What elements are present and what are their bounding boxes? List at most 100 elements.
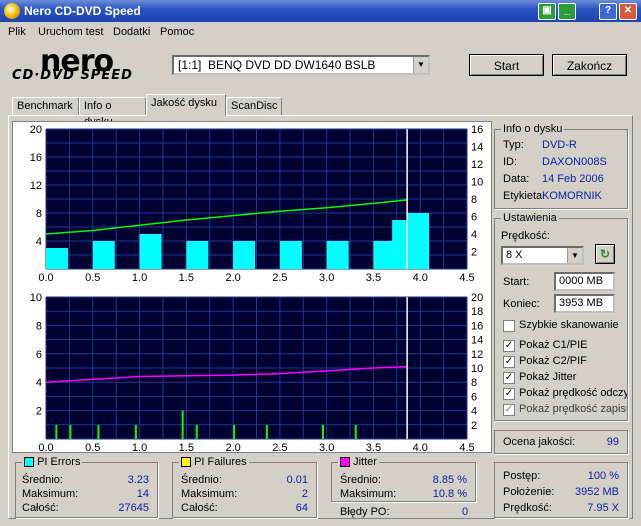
show-c1-checkbox[interactable]: ✓ [503,340,515,352]
drive-select[interactable]: [1:1] BENQ DVD DD DW1640 BSLB ▼ [172,55,430,75]
disc-type-label: Typ: [503,139,524,151]
y-tick-label-left: 4 [36,236,42,248]
y-tick-label-left: 8 [36,320,42,332]
show-c2-checkbox[interactable]: ✓ [503,356,515,368]
pi-failures-max-value: 2 [301,488,308,500]
pi-errors-max-label: Maksimum: [22,488,79,500]
position-label: Położenie: [503,486,555,498]
jitter-avg-value: 8.85 % [432,474,467,486]
quality-score-value: 99 [606,436,619,448]
start-label: Start: [503,276,530,288]
x-tick-label: 3.5 [366,442,381,452]
pi-errors-title-wrap: PI Errors [22,456,83,468]
disc-info-title: Info o dysku [501,123,565,135]
y-tick-label-right: 4 [471,406,477,418]
series-bar-0 [233,241,256,269]
disc-label-value: KOMORNIK [542,190,602,202]
jitter-swatch [340,457,350,468]
series-bar-1 [233,424,236,439]
tab-disc-quality[interactable]: Jakość dysku [146,94,226,116]
start-input[interactable]: 0000 MB [554,272,615,291]
pi-failures-title-wrap: PI Failures [179,456,249,468]
pi-failures-total-value: 64 [295,502,308,514]
y-tick-label-right: 16 [471,124,483,136]
show-c1-label: Pokaż C1/PIE [519,339,588,351]
menu-plik[interactable]: Plik [8,26,26,38]
menu-dodatki[interactable]: Dodatki [113,26,150,38]
start-button[interactable]: Start [469,54,544,76]
menu-uruchom-test[interactable]: Uruchom test [38,26,103,38]
chevron-down-icon[interactable]: ▼ [413,57,428,73]
x-tick-label: 3.0 [319,272,334,284]
speed-select-value: 8 X [506,249,523,261]
pi-errors-avg-value: 3.23 [127,474,149,486]
series-bar-1 [195,424,198,439]
progress-group: Postęp: 100 % Położenie: 3952 MB Prędkoś… [494,462,628,518]
quality-score-box: Ocena jakości: 99 [494,430,628,454]
x-tick-label: 0.5 [85,442,100,452]
x-tick-label: 2.5 [272,272,287,284]
disc-id-value: DAXON008S [542,156,607,168]
series-bar-1 [134,424,137,439]
show-jitter-checkbox[interactable]: ✓ [503,372,515,384]
chevron-down-icon[interactable]: ▼ [567,248,582,263]
disc-id-label: ID: [503,156,518,168]
y-tick-label-right: 12 [471,159,483,171]
tab-disc-info[interactable]: Info o dysku [79,97,146,128]
jitter-title: Jitter [353,456,377,468]
series-bar-1 [181,410,184,439]
end-input[interactable]: 3953 MB [554,294,615,313]
y-tick-label-right: 18 [471,306,483,318]
jitter-group: Jitter Średnio: 8.85 % Maksimum: 10.8 % [331,456,476,502]
show-read-speed-label: Pokaż prędkość odczytu [519,387,627,399]
tab-benchmark[interactable]: Benchmark [12,97,79,115]
quick-scan-checkbox[interactable] [503,320,515,332]
speed-select[interactable]: 8 X ▼ [501,246,584,265]
settings-title: Ustawienia [501,212,559,224]
speed-label: Prędkość: [501,230,550,242]
x-tick-label: 3.0 [319,442,334,452]
position-value: 3952 MB [574,486,619,498]
help-icon[interactable]: ? [599,3,617,20]
pi-failures-avg-label: Średnio: [181,474,222,486]
end-label: Koniec: [503,298,540,310]
menu-bar: Plik Uruchom test Dodatki Pomoc [0,22,641,42]
disc-label-label: Etykieta: [503,190,546,202]
x-tick-label: 0.0 [38,272,53,284]
x-tick-label: 1.5 [179,442,194,452]
y-tick-label-right: 4 [471,229,477,241]
x-tick-label: 0.0 [38,442,53,452]
y-tick-label-right: 8 [471,194,477,206]
x-tick-label: 1.0 [132,442,147,452]
disc-info-group: Info o dysku Typ: DVD-R ID: DAXON008S Da… [494,123,628,209]
pi-failures-max-label: Maksimum: [181,488,238,500]
drive-select-value: [1:1] BENQ DVD DD DW1640 BSLB [178,58,376,72]
x-tick-label: 2.0 [225,272,240,284]
y-tick-label-left: 12 [30,180,42,192]
y-tick-label-left: 20 [30,124,42,136]
stop-button[interactable]: Zakończ [552,54,627,76]
series-bar-1 [354,424,357,439]
y-tick-label-left: 8 [36,208,42,220]
y-tick-label-right: 8 [471,377,477,389]
refresh-icon[interactable]: ↻ [595,244,615,264]
y-tick-label-left: 4 [36,377,42,389]
minimize-icon[interactable]: _ [558,3,576,20]
y-tick-label-left: 6 [36,349,42,361]
show-c2-label: Pokaż C2/PIF [519,355,587,367]
y-tick-label-right: 14 [471,142,483,154]
menu-pomoc[interactable]: Pomoc [160,26,194,38]
series-bar-1 [265,424,268,439]
close-icon[interactable]: ✕ [619,3,637,20]
tab-scandisc[interactable]: ScanDisc [226,97,282,115]
show-read-speed-checkbox[interactable]: ✓ [503,388,515,400]
series-bar-1 [55,424,58,439]
title-bar: Nero CD-DVD Speed ▣ _ ? ✕ [0,0,641,22]
jitter-avg-label: Średnio: [340,474,381,486]
x-tick-label: 1.0 [132,272,147,284]
quick-scan-label: Szybkie skanowanie [519,319,619,331]
tray-icon[interactable]: ▣ [538,3,556,20]
progress-label: Postęp: [503,470,541,482]
y-tick-label-right: 2 [471,420,477,432]
y-tick-label-right: 16 [471,320,483,332]
